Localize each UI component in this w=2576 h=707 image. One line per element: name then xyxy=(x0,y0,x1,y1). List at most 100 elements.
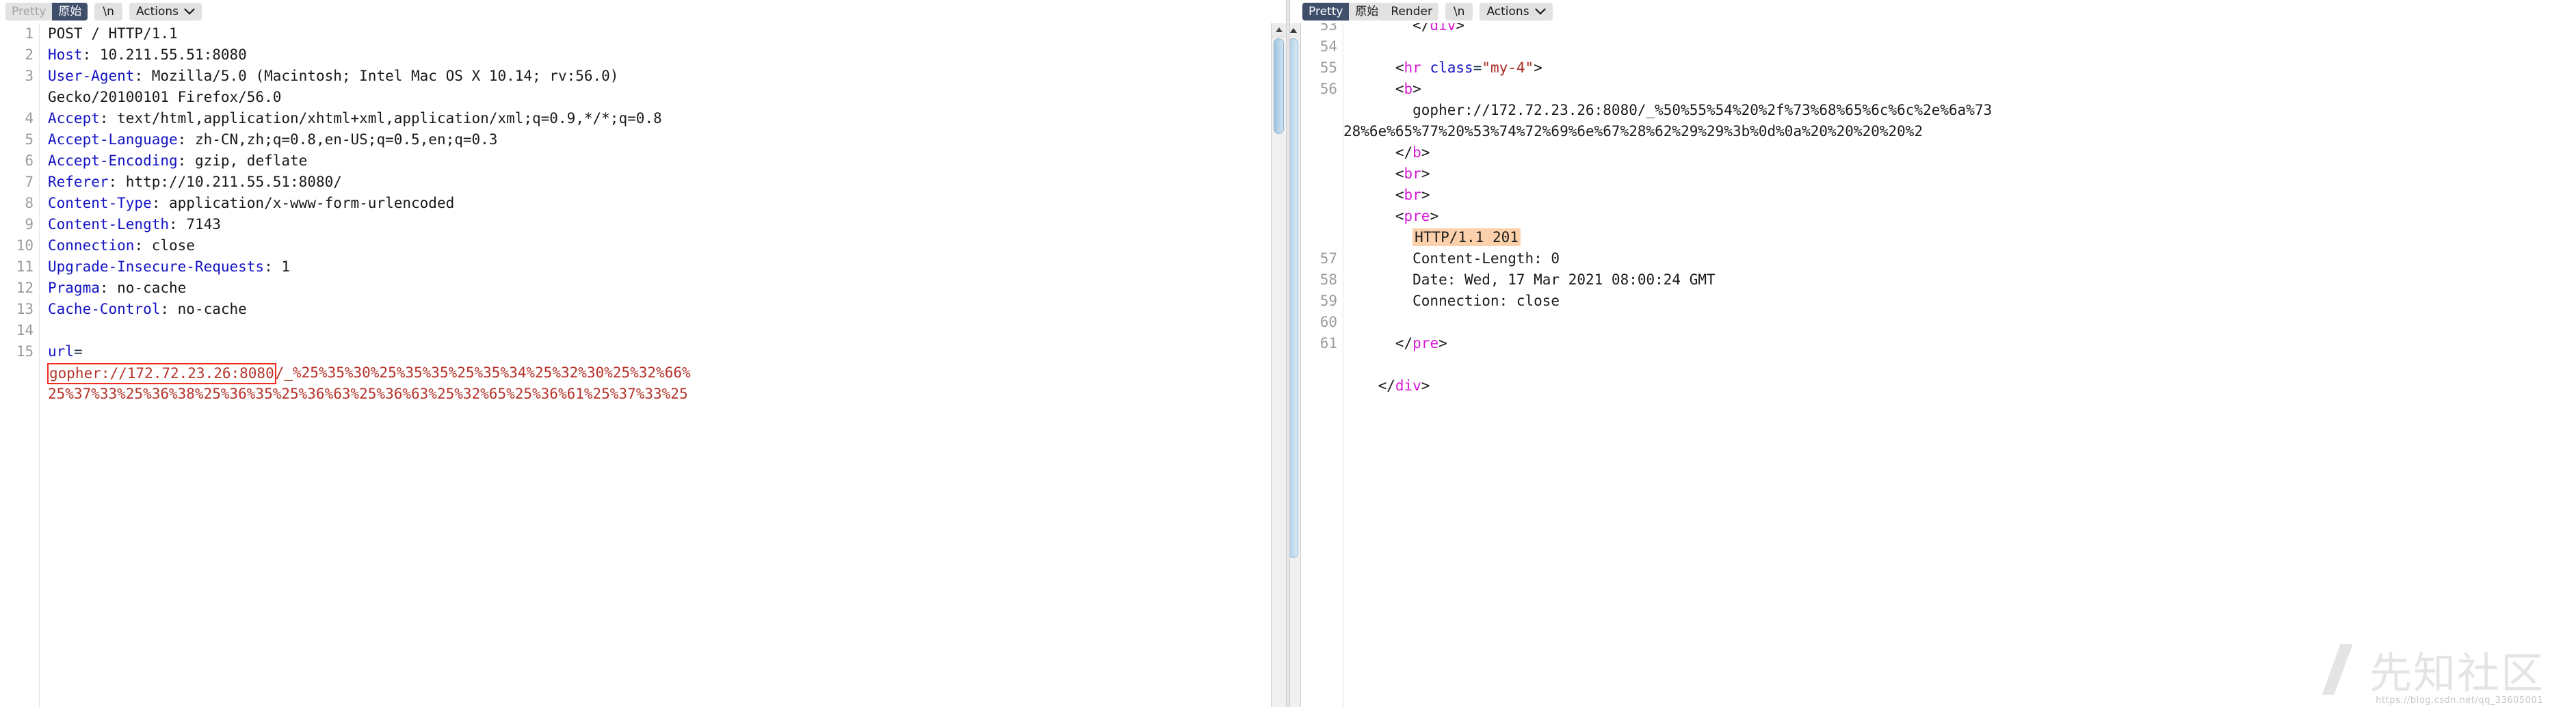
code-line[interactable]: <b> xyxy=(1343,79,2576,100)
code-segment: Content-Type xyxy=(48,195,152,211)
code-line[interactable]: Content-Length: 7143 xyxy=(48,214,1286,235)
code-line[interactable]: Cache-Control: no-cache xyxy=(48,299,1286,320)
request-vertical-scrollbar[interactable] xyxy=(1271,23,1286,707)
request-tab-raw[interactable]: 原始 xyxy=(52,3,88,21)
request-actions-button[interactable]: Actions xyxy=(129,3,202,21)
code-line[interactable]: <hr class="my-4"> xyxy=(1343,57,2576,79)
code-line[interactable]: <br> xyxy=(1343,163,2576,185)
code-segment: br xyxy=(1404,187,1421,203)
code-line[interactable] xyxy=(1343,312,2576,333)
code-segment: > xyxy=(1421,165,1430,182)
line-number: 8 xyxy=(25,195,34,211)
code-line[interactable]: </div> xyxy=(1343,23,2576,36)
code-segment: : no-cache xyxy=(160,301,247,317)
code-line[interactable]: Gecko/20100101 Firefox/56.0 xyxy=(48,87,1286,108)
code-segment: > xyxy=(1534,59,1542,76)
code-segment: > xyxy=(1421,377,1430,394)
code-segment: Gecko/20100101 Firefox/56.0 xyxy=(48,89,282,105)
code-line[interactable]: Date: Wed, 17 Mar 2021 08:00:24 GMT xyxy=(1343,269,2576,291)
response-newline-button[interactable]: \n xyxy=(1445,3,1473,21)
code-segment: : http://10.211.55.51:8080/ xyxy=(108,174,342,190)
code-line[interactable]: Content-Length: 0 xyxy=(1343,248,2576,269)
line-number: 53 xyxy=(1319,23,1337,34)
code-segment: Upgrade-Insecure-Requests xyxy=(48,258,265,275)
code-line[interactable] xyxy=(1343,36,2576,57)
code-segment: Pragma xyxy=(48,280,100,296)
code-segment: User-Agent xyxy=(48,68,135,84)
response-actions-button[interactable]: Actions xyxy=(1480,3,1553,21)
code-line[interactable]: 25%37%33%25%36%38%25%36%35%25%36%63%25%3… xyxy=(48,384,1286,405)
code-line[interactable]: gopher://172.72.23.26:8080/_%50%55%54%20… xyxy=(1343,100,2576,121)
request-view-mode-group[interactable]: Pretty 原始 xyxy=(5,3,88,21)
line-number: 61 xyxy=(1319,335,1337,351)
code-segment: Referer xyxy=(48,174,109,190)
code-line[interactable]: <pre> xyxy=(1343,206,2576,227)
response-tab-raw[interactable]: 原始 xyxy=(1349,3,1385,21)
line-number: 13 xyxy=(16,301,34,317)
code-line[interactable]: Connection: close xyxy=(1343,291,2576,312)
request-newline-button[interactable]: \n xyxy=(94,3,122,21)
response-editor[interactable]: 53 54 55 56 57 58 59 60 61 </div> <hr class="my… xyxy=(1286,23,2576,707)
code-segment: Date: Wed, 17 Mar 2021 08:00:24 GMT xyxy=(1343,271,1716,288)
line-number xyxy=(1301,163,1337,185)
code-line[interactable]: User-Agent: Mozilla/5.0 (Macintosh; Inte… xyxy=(48,66,1286,87)
code-line[interactable]: </pre> xyxy=(1343,333,2576,354)
code-line[interactable]: HTTP/1.1 201 xyxy=(1343,227,2576,248)
code-line[interactable]: <br> xyxy=(1343,185,2576,206)
code-line[interactable]: Accept: text/html,application/xhtml+xml,… xyxy=(48,108,1286,129)
line-number xyxy=(1301,375,1337,397)
line-number: 5 xyxy=(25,131,34,148)
code-line[interactable]: </b> xyxy=(1343,142,2576,163)
code-segment: pre xyxy=(1404,208,1430,224)
code-line[interactable]: Host: 10.211.55.51:8080 xyxy=(48,44,1286,66)
chevron-down-icon xyxy=(184,8,195,15)
code-line[interactable]: 28%6e%65%77%20%53%74%72%69%6e%67%28%62%2… xyxy=(1343,121,2576,142)
code-line[interactable]: Accept-Encoding: gzip, deflate xyxy=(48,150,1286,172)
code-line[interactable]: Connection: close xyxy=(48,235,1286,256)
code-line[interactable]: POST / HTTP/1.1 xyxy=(48,23,1286,44)
highlighted-status: HTTP/1.1 201 xyxy=(1412,228,1521,246)
line-number: 55 xyxy=(1319,59,1337,76)
code-line[interactable]: Accept-Language: zh-CN,zh;q=0.8,en-US;q=… xyxy=(48,129,1286,150)
burp-repeater-window: Pretty 原始 \n Actions 123 4 5 6 7 8 9 10 11 12 13 1… xyxy=(0,0,2576,707)
line-number: 10 xyxy=(16,237,34,254)
code-line[interactable]: Upgrade-Insecure-Requests: 1 xyxy=(48,256,1286,278)
code-segment: > xyxy=(1421,187,1430,203)
code-line[interactable]: Pragma: no-cache xyxy=(48,278,1286,299)
code-segment: : Mozilla/5.0 (Macintosh; Intel Mac OS X… xyxy=(134,68,619,84)
line-number xyxy=(1301,185,1337,206)
response-tab-render[interactable]: Render xyxy=(1384,3,1438,21)
code-segment: > xyxy=(1430,208,1439,224)
code-line[interactable]: Referer: http://10.211.55.51:8080/ xyxy=(48,172,1286,193)
code-line[interactable] xyxy=(1343,354,2576,375)
response-actions-label: Actions xyxy=(1486,5,1529,18)
request-tab-pretty[interactable]: Pretty xyxy=(5,3,53,21)
code-line[interactable]: Content-Type: application/x-www-form-url… xyxy=(48,193,1286,214)
code-line[interactable]: gopher://172.72.23.26:8080/_%25%35%30%25… xyxy=(47,362,1286,384)
code-segment: br xyxy=(1404,165,1421,182)
code-segment: Host xyxy=(48,46,83,63)
code-segment: </ xyxy=(1343,144,1413,161)
code-line[interactable] xyxy=(48,320,1286,341)
code-segment: </ xyxy=(1343,335,1413,351)
code-line[interactable]: url= xyxy=(48,341,1286,362)
request-scroll-thumb[interactable] xyxy=(1274,38,1284,134)
request-editor[interactable]: 123 4 5 6 7 8 9 10 11 12 13 14 15 POST / HTTP/1.1 Ho… xyxy=(0,23,1286,707)
code-line[interactable]: </div> xyxy=(1343,375,2576,397)
pane-divider[interactable] xyxy=(1286,0,1290,707)
code-segment: < xyxy=(1343,165,1404,182)
response-code[interactable]: </div> <hr class="my-4"> <b> gopher://17… xyxy=(1343,23,2576,707)
code-segment: Content-Length xyxy=(48,216,170,232)
code-segment: b xyxy=(1404,81,1413,97)
response-view-mode-group[interactable]: Pretty 原始 Render xyxy=(1302,3,1438,21)
code-segment: < xyxy=(1343,59,1404,76)
request-code[interactable]: POST / HTTP/1.1 Host: 10.211.55.51:8080 Us… xyxy=(40,23,1286,707)
scroll-up-arrow-icon[interactable] xyxy=(1272,23,1286,37)
code-segment: </ xyxy=(1343,23,1430,34)
code-segment: > xyxy=(1412,81,1421,97)
response-tab-pretty[interactable]: Pretty xyxy=(1302,3,1350,21)
code-segment: : 1 xyxy=(264,258,291,275)
code-segment: : no-cache xyxy=(99,280,187,296)
